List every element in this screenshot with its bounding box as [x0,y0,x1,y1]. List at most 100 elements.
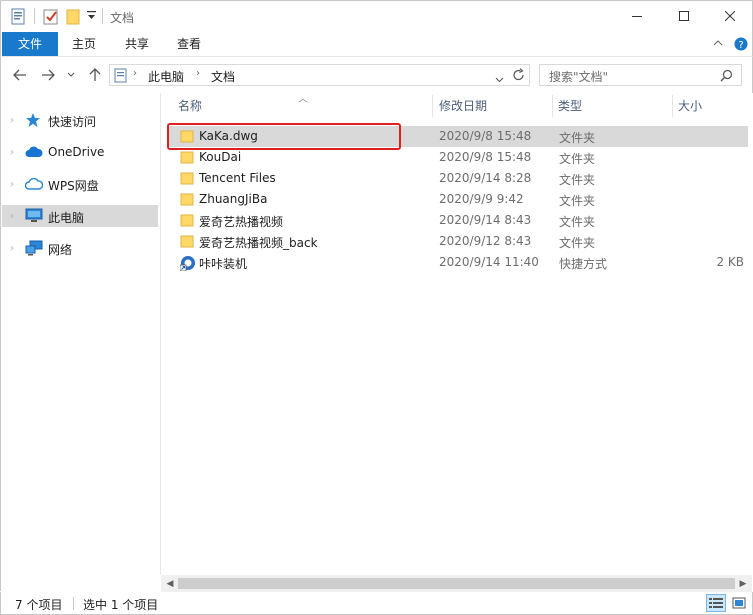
tab-home[interactable]: 主页 [62,32,106,56]
ribbon-tabs: 文件 主页 共享 查看 ? [0,32,753,56]
search-icon[interactable] [720,69,733,85]
refresh-icon[interactable] [512,68,525,85]
file-date: 2020/9/8 15:48 [439,150,532,164]
large-icons-view-icon [732,597,746,609]
file-type: 文件夹 [559,131,596,145]
recent-locations-button[interactable] [64,66,78,84]
tab-share[interactable]: 共享 [115,32,159,56]
file-date: 2020/9/14 8:28 [439,171,532,185]
file-date: 2020/9/8 15:48 [439,129,532,143]
table-row[interactable]: ZhuangJiBa 2020/9/9 9:42 文件夹 [167,189,748,210]
column-separator[interactable] [552,95,553,117]
table-row[interactable]: KouDai 2020/9/8 15:48 文件夹 [167,147,748,168]
folder-icon [180,171,194,185]
highlight-annotation-box [167,123,401,150]
tab-view[interactable]: 查看 [167,32,211,56]
item-count: 7 个项目 [15,598,63,612]
up-button[interactable] [86,66,104,84]
nav-item-onedrive[interactable]: › OneDrive [2,141,158,163]
scrollbar-thumb[interactable] [178,578,735,589]
nav-item-label: 网络 [48,243,73,257]
file-type: 文件夹 [559,173,596,187]
back-button[interactable] [11,66,29,84]
folder-icon [180,234,194,248]
computer-icon [25,208,43,224]
table-row[interactable]: 爱奇艺热播视频 2020/9/14 8:43 文件夹 [167,210,748,231]
ribbon-expand-icon[interactable] [713,36,723,53]
new-folder-icon[interactable] [66,8,80,28]
breadcrumb-documents[interactable]: 文档 [211,68,235,85]
svg-text:?: ? [738,40,743,51]
expand-chevron-icon[interactable]: › [10,211,14,222]
help-icon[interactable]: ? [734,37,748,54]
nav-item-quick-access[interactable]: › 快速访问 [2,109,158,131]
window-title: 文档 [110,11,135,25]
cloud-icon [25,144,43,160]
maximize-button[interactable] [661,1,707,31]
chevron-down-icon [67,72,75,77]
nav-item-wps-cloud[interactable]: › WPS网盘 [2,173,158,195]
table-row[interactable]: 咔咔装机 2020/9/14 11:40 快捷方式 2 KB [167,252,748,273]
search-input[interactable]: 搜索"文档" [539,64,742,86]
column-header-size[interactable]: 大小 [678,93,748,119]
column-header-type[interactable]: 类型 [558,93,668,119]
column-header-date[interactable]: 修改日期 [439,93,549,119]
file-size: 2 KB [716,255,744,269]
column-separator[interactable] [672,95,673,117]
large-icons-view-button[interactable] [729,594,749,612]
minimize-button[interactable] [614,1,660,31]
documents-location-icon [114,68,127,86]
close-icon [725,11,735,21]
close-button[interactable] [707,1,753,31]
file-type: 文件夹 [559,194,596,208]
nav-item-network[interactable]: › 网络 [2,237,158,259]
checklist-icon[interactable] [43,8,59,28]
tab-file[interactable]: 文件 [2,32,58,56]
forward-arrow-icon [42,69,55,81]
file-list: ︿ 名称 修改日期 类型 大小 KaKa.dwg 2020/9/8 15:48 … [161,93,752,575]
breadcrumb-this-pc[interactable]: 此电脑 [148,68,184,85]
selected-count: 选中 1 个项目 [83,598,159,612]
expand-chevron-icon[interactable]: › [10,179,14,190]
minimize-icon [632,16,642,17]
breadcrumb-chevron-icon[interactable]: › [133,68,137,79]
column-header-name[interactable]: 名称 [178,93,428,119]
horizontal-scrollbar[interactable]: ◀ ▶ [161,575,752,592]
address-bar[interactable]: › 此电脑 › 文档 [109,64,530,86]
file-name: KouDai [199,150,242,164]
file-name: 咔咔装机 [199,257,248,271]
maximize-icon [679,11,689,21]
file-name: 爱奇艺热播视频_back [199,236,318,250]
breadcrumb-chevron-icon[interactable]: › [196,68,200,79]
expand-chevron-icon[interactable]: › [10,147,14,158]
table-row[interactable]: Tencent Files 2020/9/14 8:28 文件夹 [167,168,748,189]
folder-icon [180,213,194,227]
expand-chevron-icon[interactable]: › [10,115,14,126]
address-dropdown-icon[interactable] [495,72,504,86]
table-row[interactable]: 爱奇艺热播视频_back 2020/9/12 8:43 文件夹 [167,231,748,252]
search-placeholder: 搜索"文档" [549,70,609,84]
file-type: 文件夹 [559,215,596,229]
navigation-pane: › 快速访问 › OneDrive › WPS网盘 › 此电脑 › 网络 [0,93,160,591]
file-type: 文件夹 [559,152,596,166]
forward-button[interactable] [39,66,57,84]
network-icon [25,240,43,256]
back-arrow-icon [13,69,26,81]
scroll-left-icon[interactable]: ◀ [163,577,177,590]
file-type: 文件夹 [559,236,596,250]
address-row: › 此电脑 › 文档 搜索"文档" [0,56,753,93]
status-bar: 7 个项目 选中 1 个项目 [0,592,753,615]
scroll-right-icon[interactable]: ▶ [736,577,750,590]
details-view-button[interactable] [706,594,726,612]
status-separator [73,597,74,610]
nav-item-this-pc[interactable]: › 此电脑 [2,205,158,227]
file-date: 2020/9/14 11:40 [439,255,539,269]
folder-icon [180,150,194,164]
expand-chevron-icon[interactable]: › [10,243,14,254]
file-type: 快捷方式 [559,257,608,271]
properties-icon[interactable] [11,8,25,28]
quick-access-dropdown-icon[interactable] [87,10,96,24]
column-separator[interactable] [432,95,433,117]
file-date: 2020/9/9 9:42 [439,192,524,206]
file-name: 爱奇艺热播视频 [199,215,284,229]
